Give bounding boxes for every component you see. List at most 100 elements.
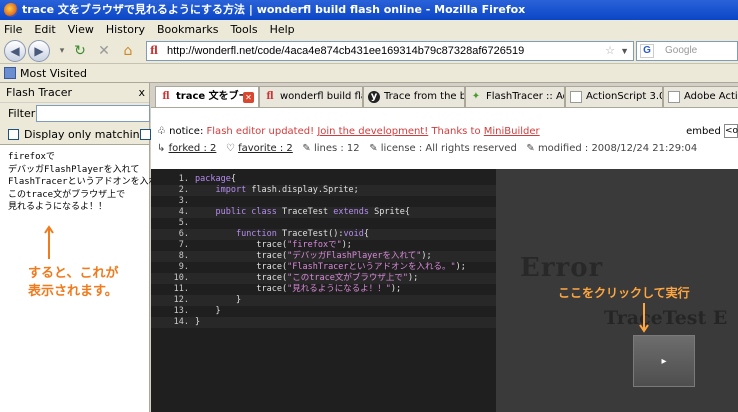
tab-trace-browser[interactable]: y Trace from the br…	[363, 86, 465, 107]
code-token: "デバッガFlashPlayerを入れて"	[287, 251, 422, 261]
line-number: 1.	[178, 174, 189, 184]
filter-input[interactable]	[36, 105, 150, 122]
line-number: 12.	[173, 295, 189, 305]
code-line: 5.	[151, 218, 496, 229]
code-token: flash.display.Sprite;	[246, 185, 359, 195]
code-token: void	[343, 229, 364, 239]
code-token: );	[390, 284, 402, 294]
code-line: 6. function TraceTest():void{	[151, 229, 496, 240]
code-text: }	[195, 306, 220, 317]
code-token: trace(	[195, 284, 288, 294]
code-text: trace("見れるようになるよ！！");	[195, 284, 401, 295]
code-token: "firefoxで"	[287, 240, 342, 250]
home-icon: ⌂	[123, 43, 133, 59]
code-token: TraceTest	[276, 207, 334, 217]
notice-prefix: notice:	[169, 126, 204, 137]
heart-icon: ♡	[225, 143, 235, 154]
forked-link[interactable]: forked : 2	[169, 143, 217, 154]
menu-bookmarks[interactable]: Bookmarks	[157, 23, 218, 36]
tab-label: FlashTracer :: Ad…	[486, 91, 564, 102]
code-text: trace("デバッガFlashPlayerを入れて");	[195, 251, 432, 262]
matching-rules-row: Display only matching rules	[0, 125, 177, 145]
line-number: 7.	[178, 240, 189, 250]
most-visited-icon	[4, 67, 16, 79]
menu-history[interactable]: History	[106, 23, 145, 36]
code-token: );	[421, 251, 432, 261]
stop-button[interactable]: ✕	[94, 41, 114, 61]
tab-label: Trace from the br…	[384, 91, 464, 102]
history-dropdown-button[interactable]: ▾	[52, 41, 72, 61]
join-development-link[interactable]: Join the development!	[317, 126, 428, 137]
line-number: 10.	[173, 273, 189, 283]
tab-actionscript[interactable]: ActionScript 3.0 …	[565, 86, 663, 107]
arrow-up-icon	[44, 225, 54, 259]
code-line: 10. trace("このtrace文がブラウザ上で");	[151, 273, 496, 284]
most-visited-link[interactable]: Most Visited	[20, 67, 87, 80]
menu-edit[interactable]: Edit	[34, 23, 55, 36]
code-editor[interactable]: 1. package{2. import flash.display.Sprite…	[151, 169, 496, 412]
code-text: function TraceTest():void{	[195, 229, 369, 240]
secondary-checkbox[interactable]	[140, 129, 151, 140]
tab-flashtracer-addon[interactable]: ✦ FlashTracer :: Ad…	[465, 86, 565, 107]
sidebar-close-icon[interactable]: x	[138, 83, 145, 103]
url-bar[interactable]: fl http://wonderfl.net/code/4aca4e874cb4…	[146, 41, 634, 61]
code-token: package	[195, 174, 231, 184]
tab-wonderfl[interactable]: fl wonderfl build fla…	[259, 86, 363, 107]
favorite-link[interactable]: favorite : 2	[238, 143, 293, 154]
code-meta-bar: ↳ forked : 2 ♡ favorite : 2 ✎ lines : 12…	[151, 141, 738, 157]
back-button[interactable]: ◀	[4, 40, 26, 62]
document-icon	[668, 91, 680, 103]
code-line: 12. }	[151, 295, 496, 306]
code-line: 4. public class TraceTest extends Sprite…	[151, 207, 496, 218]
menu-file[interactable]: File	[4, 23, 22, 36]
reload-icon: ↻	[74, 43, 86, 59]
window-title: trace 文をブラウザで見れるようにする方法 | wonderfl build…	[22, 3, 526, 16]
menu-view[interactable]: View	[68, 23, 94, 36]
arrow-down-icon	[639, 303, 649, 333]
code-text: package{	[195, 174, 236, 185]
url-dropdown-icon[interactable]: ▼	[620, 42, 629, 60]
flash-tracer-sidebar: Flash Tracer x Filter Display only match…	[0, 83, 177, 412]
tab-trace[interactable]: fl trace 文をブー ✕	[155, 86, 259, 107]
tab-adobe-actionscript[interactable]: Adobe ActionS…	[663, 86, 738, 107]
tab-label: ActionScript 3.0 …	[586, 91, 662, 102]
wonderfl-icon: fl	[266, 91, 274, 102]
code-token: function	[235, 229, 277, 239]
code-token: Sprite{	[369, 207, 410, 217]
forward-button[interactable]: ▶	[28, 40, 50, 62]
bookmarks-toolbar: Most Visited	[0, 64, 738, 83]
wonderfl-favicon-icon: fl	[150, 44, 158, 57]
menu-tools[interactable]: Tools	[230, 23, 257, 36]
code-token: trace(	[195, 273, 288, 283]
code-token: "FlashTracerというアドオンを入れる。"	[287, 262, 456, 272]
play-button[interactable]: ▸	[633, 335, 695, 387]
search-placeholder: Google	[665, 45, 698, 56]
sidebar-title: Flash Tracer	[6, 86, 73, 99]
code-text: public class TraceTest extends Sprite{	[195, 207, 410, 218]
license-icon: ✎	[369, 143, 378, 154]
line-number: 3.	[178, 196, 189, 206]
code-token: );	[455, 262, 466, 272]
matching-rules-checkbox[interactable]	[8, 129, 19, 140]
code-token: TraceTest():	[276, 229, 344, 239]
code-line: 3.	[151, 196, 496, 207]
firefox-icon	[4, 3, 18, 17]
click-to-run-tip: ここをクリックして実行	[558, 286, 690, 300]
search-box[interactable]: G Google	[636, 41, 738, 61]
embed-code-field[interactable]: <o	[724, 124, 738, 138]
home-button[interactable]: ⌂	[118, 41, 138, 61]
flash-player-area[interactable]: Error TraceTest E ここをクリックして実行 ▸	[496, 169, 738, 412]
bookmark-star-icon[interactable]: ☆	[605, 42, 615, 60]
code-line: 9. trace("FlashTracerというアドオンを入れる。");	[151, 262, 496, 273]
modified-text: modified : 2008/12/24 21:29:04	[537, 143, 698, 154]
close-tab-icon[interactable]: ✕	[243, 92, 254, 103]
modified-icon: ✎	[526, 143, 535, 154]
menu-help[interactable]: Help	[270, 23, 295, 36]
code-text: trace("このtrace文がブラウザ上で");	[195, 273, 418, 284]
sidebar-filter-row: Filter	[0, 103, 150, 125]
sidebar-header: Flash Tracer x	[0, 83, 149, 103]
reload-button[interactable]: ↻	[70, 41, 90, 61]
notice-thanks: Thanks to	[431, 126, 481, 137]
minibuilder-link[interactable]: MiniBuilder	[484, 126, 540, 137]
